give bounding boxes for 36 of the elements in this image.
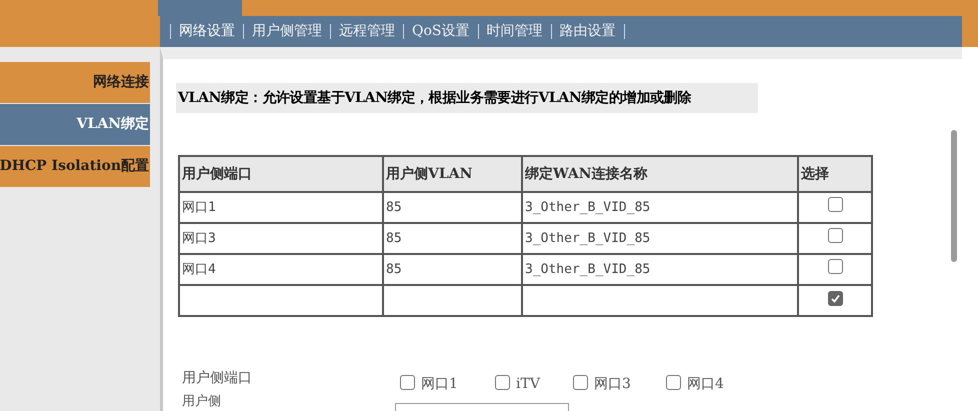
checkbox[interactable] [666, 375, 681, 390]
checkbox-label: iTV [516, 375, 540, 394]
table-cell: 3_Other_B_VID_85 [525, 262, 650, 277]
description-text: VLAN绑定：允许设置基于VLAN绑定，根据业务需要进行VLAN绑定的增加或删除 [176, 83, 758, 113]
table-cell: 网口1 [182, 200, 216, 215]
column-header: 绑定WAN连接名称 [522, 156, 798, 192]
table-cell: 85 [386, 262, 402, 277]
scrollbar[interactable] [951, 130, 957, 262]
nav-tab[interactable]: 远程管理 [339, 21, 395, 42]
table-cell: 网口4 [182, 262, 216, 277]
nav-tab[interactable]: 时间管理 [486, 21, 542, 42]
sidebar-item[interactable]: VLAN绑定 [0, 104, 150, 145]
checkbox[interactable] [495, 375, 510, 390]
table-cell: 3_Other_B_VID_85 [525, 200, 650, 215]
table-cell: 85 [386, 230, 402, 246]
table-cell: 85 [386, 200, 402, 215]
checkbox-label: 网口3 [594, 375, 631, 394]
checkbox[interactable] [400, 375, 415, 390]
nav-tab[interactable]: 网络设置 [179, 21, 235, 42]
table-cell: 3_Other_B_VID_85 [525, 230, 650, 246]
nav-tab[interactable]: 路由设置 [560, 21, 616, 42]
column-header: 选择 [798, 156, 872, 192]
table-cell: 网口3 [182, 230, 216, 246]
checkbox[interactable] [828, 291, 842, 306]
checkbox-label: 网口4 [687, 375, 724, 394]
nav-tab[interactable]: QoS设置 [412, 21, 470, 42]
field-label: 用户侧 [182, 394, 221, 410]
column-header: 用户侧VLAN [383, 156, 522, 192]
checkbox[interactable] [573, 375, 588, 390]
column-header: 用户侧端口 [179, 156, 383, 192]
sidebar-item[interactable]: DHCP Isolation配置 [0, 146, 150, 187]
field-label: 用户侧端口 [182, 369, 252, 388]
sidebar-item[interactable]: 网络连接 [0, 62, 150, 103]
check-icon [830, 293, 840, 304]
checkbox-label: 网口1 [421, 375, 458, 394]
nav-tab[interactable]: 用户侧管理 [252, 21, 322, 42]
